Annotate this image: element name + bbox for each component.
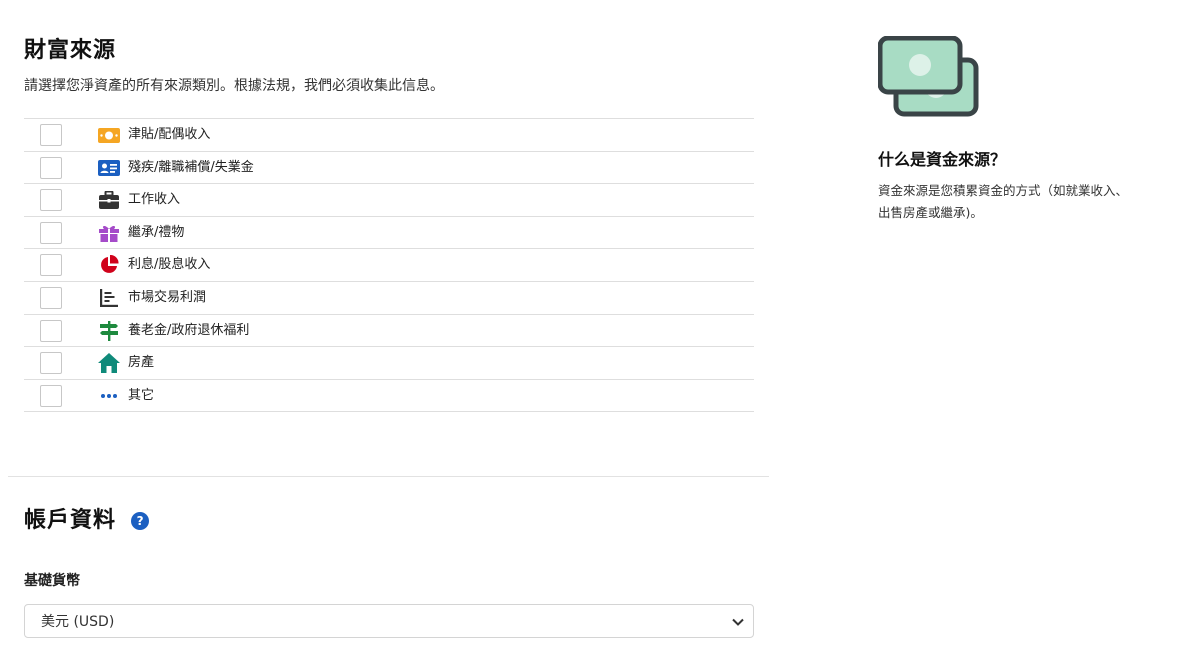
- wealth-source-description: 請選擇您淨資產的所有來源類別。根據法規，我們必須收集此信息。: [24, 78, 444, 94]
- signpost-icon: [98, 320, 120, 341]
- checkbox[interactable]: [40, 221, 62, 244]
- source-option-pension[interactable]: 養老金/政府退休福利: [24, 315, 754, 348]
- pie-chart-icon: [98, 255, 120, 274]
- source-option-label: 其它: [128, 387, 155, 403]
- source-option-disability[interactable]: 殘疾/離職補償/失業金: [24, 152, 754, 185]
- money-bill-icon: [98, 126, 120, 144]
- source-option-label: 殘疾/離職補償/失業金: [128, 159, 254, 175]
- source-option-trading[interactable]: 市場交易利潤: [24, 282, 754, 315]
- checkbox[interactable]: [40, 384, 62, 407]
- source-option-interest[interactable]: 利息/股息收入: [24, 249, 754, 282]
- source-option-label: 市場交易利潤: [128, 289, 207, 305]
- source-option-label: 繼承/禮物: [128, 224, 185, 240]
- briefcase-icon: [98, 191, 120, 210]
- cash-illustration-icon: [877, 35, 980, 122]
- source-option-allowance[interactable]: 津貼/配偶收入: [24, 119, 754, 152]
- page: 財富來源 請選擇您淨資產的所有來源類別。根據法規，我們必須收集此信息。 津貼/配…: [0, 0, 1202, 669]
- ellipsis-icon: [98, 387, 120, 405]
- base-currency-label: 基礎貨幣: [24, 573, 80, 589]
- account-info-section: 帳戶資料 ? 基礎貨幣 美元 (USD): [24, 506, 754, 638]
- source-option-label: 利息/股息收入: [128, 257, 211, 273]
- chevron-down-icon: [731, 614, 745, 633]
- checkbox[interactable]: [40, 319, 62, 342]
- checkbox[interactable]: [40, 189, 62, 212]
- wealth-source-title: 財富來源: [24, 38, 117, 63]
- info-title: 什么是資金來源？: [878, 150, 1007, 169]
- help-icon[interactable]: ?: [131, 512, 150, 530]
- checkbox[interactable]: [40, 156, 62, 179]
- wealth-source-list: 津貼/配偶收入 殘疾/離職補償/失業金 工作收入 繼承/禮物 利息/股息收入 市…: [24, 118, 754, 413]
- bar-chart-icon: [98, 288, 120, 307]
- source-option-label: 工作收入: [128, 192, 181, 208]
- section-divider: [8, 476, 769, 477]
- home-icon: [98, 353, 120, 374]
- wealth-source-section: 財富來源 請選擇您淨資產的所有來源類別。根據法規，我們必須收集此信息。 津貼/配…: [24, 36, 754, 413]
- gift-icon: [98, 224, 120, 242]
- id-card-icon: [98, 159, 120, 177]
- checkbox[interactable]: [40, 352, 62, 375]
- source-option-label: 津貼/配偶收入: [128, 127, 211, 142]
- account-info-title: 帳戶資料: [24, 508, 117, 533]
- source-option-label: 房產: [128, 355, 155, 371]
- base-currency-value: 美元 (USD): [41, 614, 115, 630]
- checkbox[interactable]: [40, 254, 62, 277]
- source-option-other[interactable]: 其它: [24, 380, 754, 413]
- source-option-inheritance[interactable]: 繼承/禮物: [24, 217, 754, 250]
- source-option-property[interactable]: 房產: [24, 347, 754, 380]
- base-currency-select[interactable]: 美元 (USD): [24, 604, 754, 638]
- source-option-employment[interactable]: 工作收入: [24, 184, 754, 217]
- checkbox[interactable]: [40, 286, 62, 309]
- source-option-label: 養老金/政府退休福利: [128, 322, 250, 338]
- checkbox[interactable]: [40, 124, 62, 146]
- info-text: 資金來源是您積累資金的方式（如就業收入、出售房產或繼承)。: [878, 183, 1129, 220]
